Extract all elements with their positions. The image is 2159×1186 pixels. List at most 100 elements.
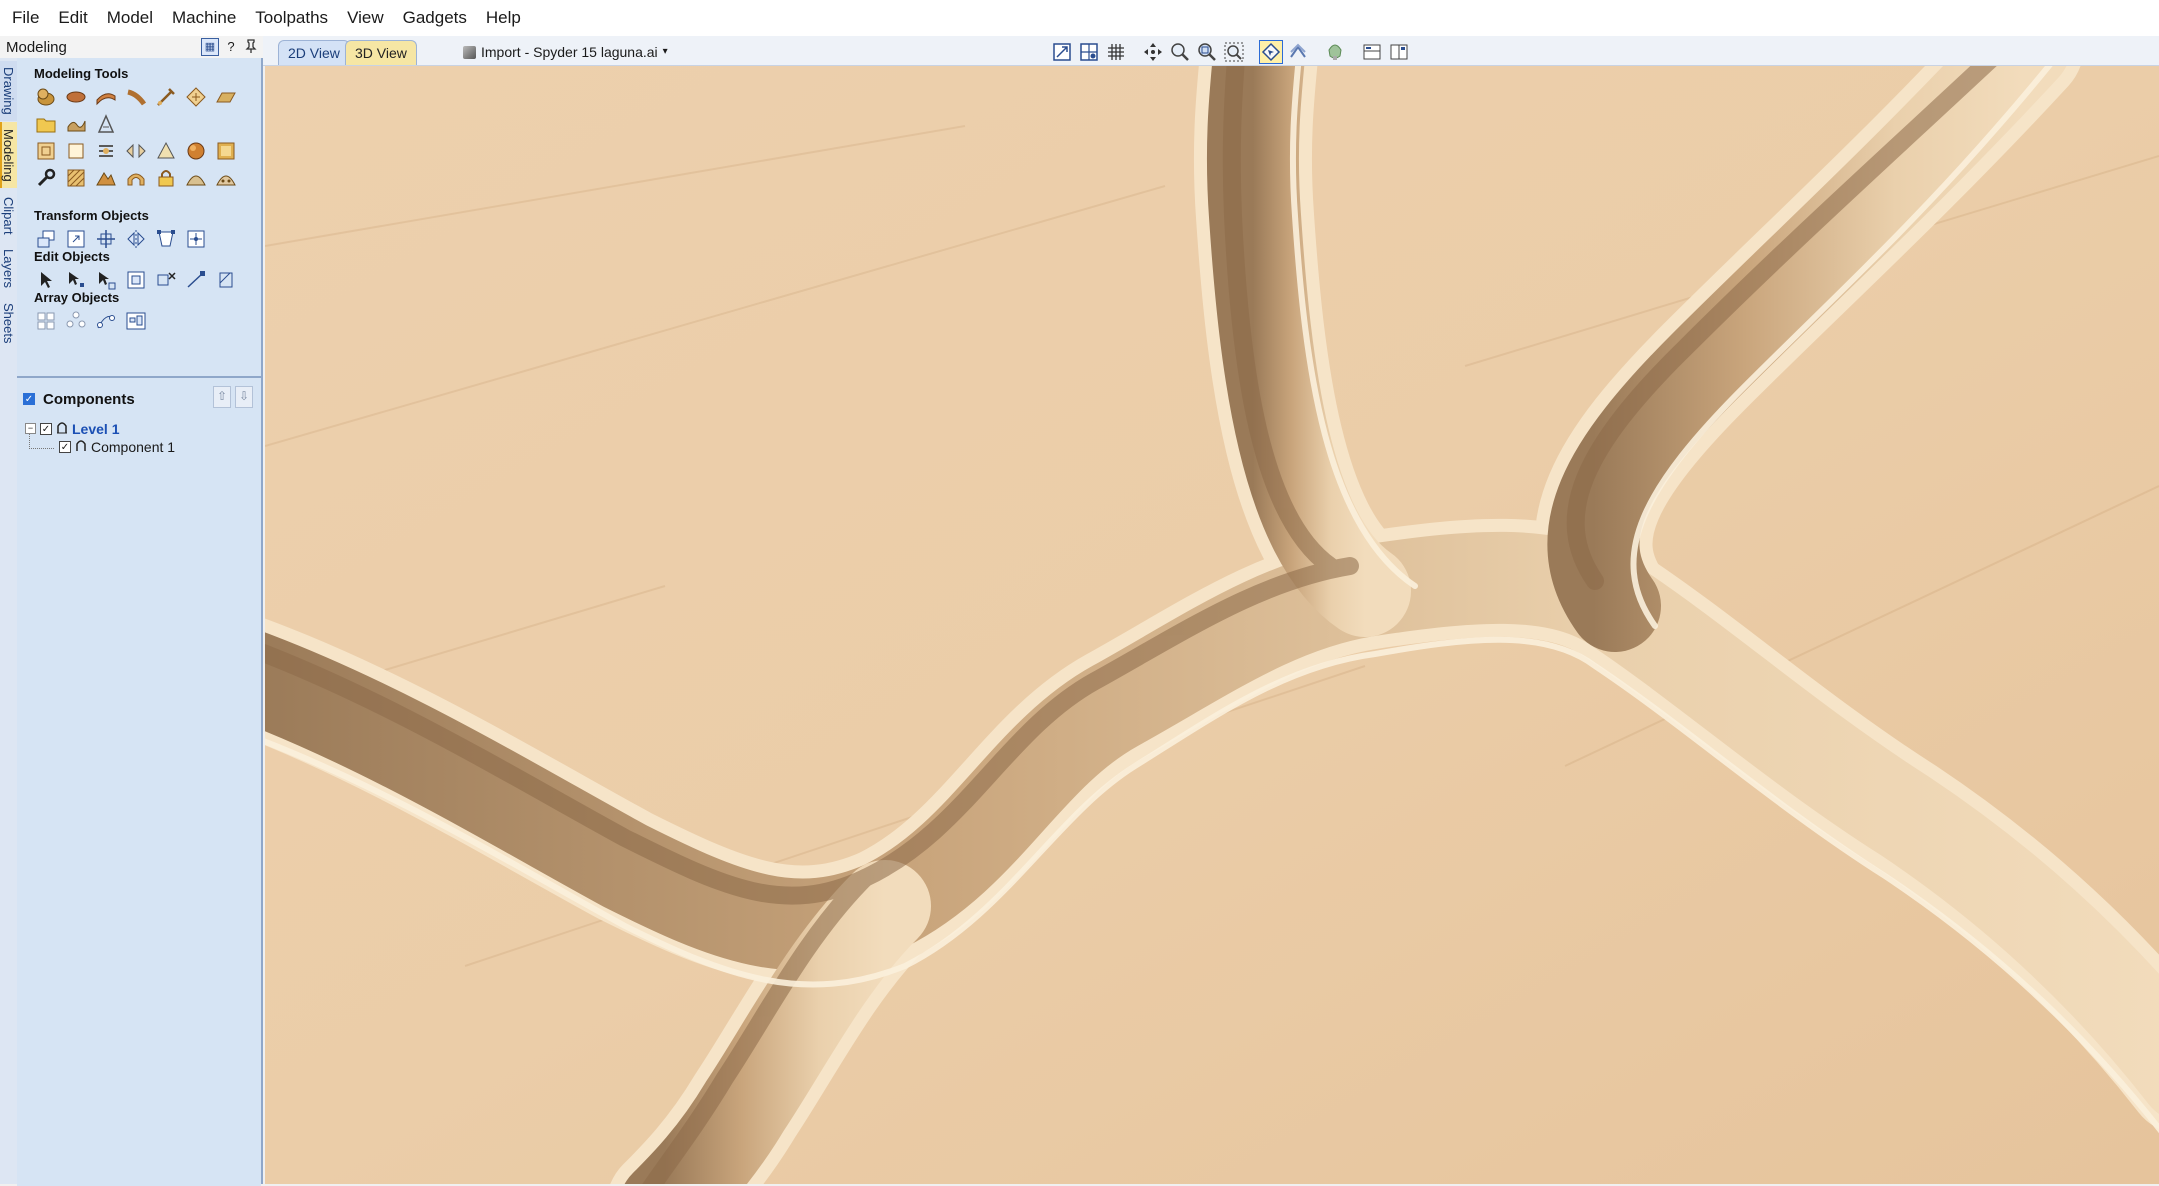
node-edit-icon[interactable] (1286, 40, 1310, 64)
document-icon (463, 45, 476, 59)
dome-icon[interactable] (184, 166, 208, 190)
edit-tools-row (34, 268, 244, 292)
distort-icon[interactable] (184, 85, 208, 109)
component-label: Component 1 (91, 438, 176, 455)
open-component-icon[interactable] (34, 112, 58, 136)
create-shape-icon[interactable] (34, 85, 58, 109)
layout-split-icon[interactable] (1360, 40, 1384, 64)
mirror-icon[interactable] (124, 139, 148, 163)
section-transform-objects: Transform Objects (34, 208, 149, 223)
snap-view-icon[interactable] (1077, 40, 1101, 64)
node-editor-icon[interactable] (64, 268, 88, 292)
3d-viewport[interactable] (265, 66, 2159, 1184)
rotate-icon[interactable] (94, 227, 118, 251)
circular-array-icon[interactable] (64, 309, 88, 333)
level-visibility-checkbox[interactable]: ✓ (40, 422, 52, 435)
zoom-window-icon[interactable] (1222, 40, 1246, 64)
fill-pattern-icon[interactable] (64, 166, 88, 190)
select-pointer-icon[interactable] (34, 268, 58, 292)
menu-file[interactable]: File (4, 0, 50, 36)
boundary-icon[interactable] (64, 139, 88, 163)
transform-pointer-icon[interactable] (94, 268, 118, 292)
align-center-icon[interactable] (184, 227, 208, 251)
measure-icon[interactable] (184, 268, 208, 292)
side-tab-clipart[interactable]: Clipart (0, 189, 17, 243)
move-up-button[interactable]: ⇧ (213, 386, 231, 408)
level-label: Level 1 (72, 420, 120, 437)
fit-view-icon[interactable] (1050, 40, 1074, 64)
components-visibility-checkbox[interactable]: ✓ (23, 393, 35, 405)
menu-machine[interactable]: Machine (164, 0, 247, 36)
component-visibility-checkbox[interactable]: ✓ (59, 440, 71, 453)
extrude-icon[interactable] (64, 85, 88, 109)
five-axis-icon[interactable] (124, 85, 148, 109)
scale-icon[interactable] (64, 227, 88, 251)
components-header: ✓ Components (23, 388, 135, 410)
menu-help[interactable]: Help (478, 0, 532, 36)
tab-2d-view[interactable]: 2D View (278, 40, 350, 65)
menu-model[interactable]: Model (99, 0, 164, 36)
panel-header: Modeling ▦ ? (0, 36, 263, 58)
level-icon (56, 420, 68, 437)
block-array-icon[interactable] (34, 309, 58, 333)
side-tab-drawing[interactable]: Drawing (0, 61, 17, 121)
document-dropdown[interactable]: Import - Spyder 15 laguna.ai ▾ (463, 40, 668, 64)
panel-title: Modeling (6, 38, 67, 56)
modeling-tools-row-1 (34, 85, 244, 109)
menu-gadgets[interactable]: Gadgets (395, 0, 478, 36)
grid-icon[interactable] (1104, 40, 1128, 64)
tab-3d-view[interactable]: 3D View (345, 40, 417, 65)
side-tab-sheets[interactable]: Sheets (0, 295, 17, 351)
tree-row-component-1[interactable]: ✓ Component 1 (59, 438, 175, 455)
fade-icon[interactable] (94, 112, 118, 136)
carved-relief-render (265, 66, 2159, 1184)
arch-icon[interactable] (124, 166, 148, 190)
pan-icon[interactable] (1141, 40, 1165, 64)
merge-icon[interactable] (94, 139, 118, 163)
interactive-icon[interactable] (124, 268, 148, 292)
layout-columns-icon[interactable] (1387, 40, 1411, 64)
chevron-down-icon: ▾ (662, 46, 668, 57)
move-down-button[interactable]: ⇩ (235, 386, 253, 408)
move-icon[interactable] (34, 227, 58, 251)
select-mode-icon[interactable] (1259, 40, 1283, 64)
flatten-icon[interactable] (214, 85, 238, 109)
bake-icon[interactable] (214, 139, 238, 163)
sculpt-icon[interactable] (154, 85, 178, 109)
render-shade-icon[interactable] (1323, 40, 1347, 64)
mountain-icon[interactable] (94, 166, 118, 190)
smooth-icon[interactable] (64, 112, 88, 136)
side-tab-modeling[interactable]: Modeling (0, 122, 17, 188)
dome-pattern-icon[interactable] (214, 166, 238, 190)
tree-row-level-1[interactable]: − ✓ Level 1 (25, 420, 119, 437)
texture-icon[interactable] (184, 139, 208, 163)
two-rail-sweep-icon[interactable] (94, 85, 118, 109)
panel-help-button[interactable]: ? (223, 39, 239, 55)
section-edit-objects: Edit Objects (34, 249, 110, 264)
panel-layout-icon[interactable]: ▦ (201, 38, 219, 56)
document-name: Import - Spyder 15 laguna.ai (481, 44, 658, 60)
lock-icon[interactable] (154, 166, 178, 190)
nesting-icon[interactable] (124, 309, 148, 333)
copy-along-vector-icon[interactable] (94, 309, 118, 333)
fillet-icon[interactable] (214, 268, 238, 292)
array-tools-row (34, 309, 154, 333)
distort-object-icon[interactable] (154, 227, 178, 251)
zoom-icon[interactable] (1168, 40, 1192, 64)
zoom-extents-icon[interactable] (1195, 40, 1219, 64)
wrench-icon[interactable] (34, 166, 58, 190)
tile-icon[interactable] (34, 139, 58, 163)
menu-view[interactable]: View (339, 0, 395, 36)
section-array-objects: Array Objects (34, 290, 120, 305)
collapse-icon[interactable]: − (25, 423, 36, 434)
modeling-tools-row-4 (34, 166, 244, 190)
menu-bar: File Edit Model Machine Toolpaths View G… (0, 0, 2159, 36)
side-tab-layers[interactable]: Layers (0, 244, 17, 294)
trim-icon[interactable] (154, 268, 178, 292)
menu-edit[interactable]: Edit (50, 0, 98, 36)
cone-icon[interactable] (154, 139, 178, 163)
menu-toolpaths[interactable]: Toolpaths (247, 0, 339, 36)
mirror-object-icon[interactable] (124, 227, 148, 251)
panel-pin-icon[interactable] (243, 39, 259, 55)
modeling-panel: Modeling Tools Transform Objects Edit Ob… (17, 58, 263, 1186)
